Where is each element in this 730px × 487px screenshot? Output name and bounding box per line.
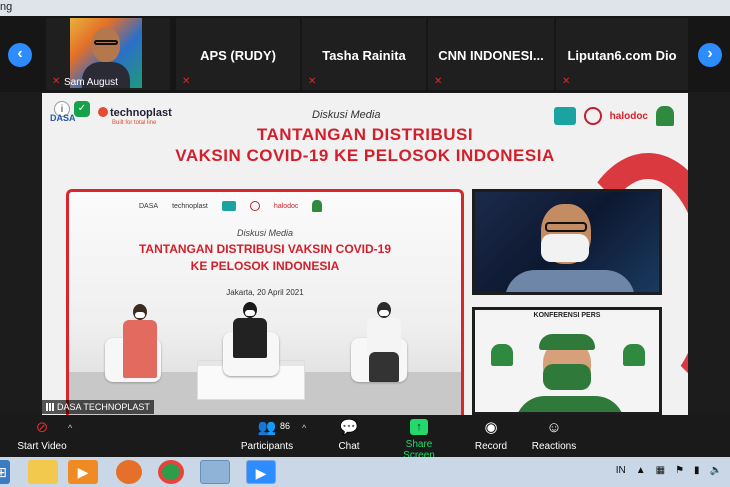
main-video-stage[interactable]: i ✓ DASA technoplast Built for total lin… [42,93,688,415]
browser-tab-strip: ng [0,0,730,16]
kemkes-logo-icon [553,107,576,125]
mic-muted-icon: ✕ [562,76,571,87]
speaker-video-tile[interactable] [472,189,662,295]
participant-name: APS (RUDY) [200,48,276,63]
participant-tile[interactable]: Tasha Rainita ✕ [302,18,426,90]
window-switcher-icon[interactable] [200,460,230,484]
participant-name: Tasha Rainita [322,48,406,63]
active-speaker-label: DASA TECHNOPLAST [42,400,154,414]
backdrop-date: Jakarta, 20 April 2021 [226,288,304,297]
file-explorer-icon[interactable] [28,460,58,484]
partner-logos: halodoc [553,105,674,127]
technoplast-logo: technoplast [98,107,172,119]
technoplast-logo-icon [98,107,108,117]
tray-expand-icon[interactable]: ▲ [636,465,646,476]
participants-options-caret[interactable]: ^ [302,423,306,433]
speaker-video-tile[interactable]: KONFERENSI PERS [472,307,662,415]
share-screen-button[interactable]: ↑ Share Screen [390,419,448,461]
dasa-logo: DASA [50,113,76,123]
reactions-button[interactable]: ☺ Reactions [530,419,578,452]
mic-muted-icon: ✕ [52,76,61,87]
event-title-line2: VAKSIN COVID-19 KE PELOSOK INDONESIA [175,146,555,165]
start-video-button[interactable]: ⊘ Start Video [16,419,68,452]
window-title: ng [0,1,13,13]
media-player-icon[interactable]: ▶ [68,460,98,484]
participant-name: Sam August [64,77,118,88]
mic-muted-icon: ✕ [434,76,443,87]
participant-name: CNN INDONESI... [438,48,544,63]
backdrop-logo: technoplast [172,202,208,210]
participant-tile[interactable]: CNN INDONESI... ✕ [428,18,554,90]
start-menu-icon[interactable]: ⊞ [0,460,10,484]
idi-logo-icon [249,201,260,211]
kemkes-logo-icon [221,201,236,211]
mic-muted-icon: ✕ [308,76,317,87]
video-caption: KONFERENSI PERS [533,312,601,319]
government-emblem-icon [312,200,323,212]
halodoc-logo: halodoc [609,110,648,122]
flag-icon[interactable]: ⚑ [675,465,684,476]
zoom-meeting-screen: ng ‹ ✕ Sam August APS (RUDY) ✕ Tasha Rai… [0,0,730,487]
backdrop-logos: DASA technoplast halodoc [139,200,323,212]
reactions-icon: ☺ [546,419,562,436]
participant-name: Liputan6.com Dio [567,48,677,63]
language-indicator[interactable]: IN [616,465,626,476]
emblem-icon [491,344,513,366]
signal-strength-icon [46,403,54,411]
participants-count: 86 [280,421,291,431]
meeting-toolbar: ⊘ Start Video ^ 👥 Participants 86 ^ 💬 Ch… [0,415,730,461]
chrome-icon[interactable] [158,460,184,484]
video-off-icon: ⊘ [35,419,49,436]
emblem-icon [623,344,645,366]
record-button[interactable]: ◉ Record [472,419,510,452]
backdrop-event-type: Diskusi Media [236,228,294,238]
mic-muted-icon: ✕ [182,76,191,87]
backdrop-title-line2: KE PELOSOK INDONESIA [190,259,340,273]
chevron-right-icon[interactable]: › [698,43,722,67]
battery-icon[interactable]: ▮ [694,465,700,476]
chevron-left-icon[interactable]: ‹ [8,43,32,67]
system-tray: IN ▲ ▦ ⚑ ▮ 🔈 [616,465,722,476]
firefox-icon[interactable] [116,460,142,484]
participant-strip: ‹ ✕ Sam August APS (RUDY) ✕ Tasha Rainit… [0,16,730,92]
participant-tile[interactable]: ✕ Sam August [46,18,170,90]
event-type: Diskusi Media [312,109,381,121]
shield-icon[interactable]: ✓ [74,101,90,117]
backdrop-logo: DASA [139,202,159,210]
participant-tile[interactable]: APS (RUDY) ✕ [176,18,300,90]
video-options-caret[interactable]: ^ [68,423,72,433]
backdrop-title-line1: TANTANGAN DISTRIBUSI VAKSIN COVID-19 [138,242,391,256]
backdrop-logo: halodoc [273,202,299,210]
idi-logo-icon [583,107,602,125]
participant-tile[interactable]: Liputan6.com Dio ✕ [556,18,688,90]
government-emblem-icon [656,106,674,126]
zoom-app-icon[interactable]: ▶ [246,460,276,484]
chat-button[interactable]: 💬 Chat [334,419,364,452]
share-screen-icon: ↑ [410,419,428,435]
chat-icon: 💬 [339,419,359,436]
room-backdrop: DASA technoplast halodoc Diskusi Media T… [66,189,464,415]
network-icon[interactable]: ▦ [656,465,665,476]
record-icon: ◉ [484,419,498,436]
event-title-line1: TANTANGAN DISTRIBUSI [256,125,474,144]
os-taskbar: ⊞ ▶ ▶ IN ▲ ▦ ⚑ ▮ 🔈 [0,457,730,487]
volume-icon[interactable]: 🔈 [710,465,722,476]
